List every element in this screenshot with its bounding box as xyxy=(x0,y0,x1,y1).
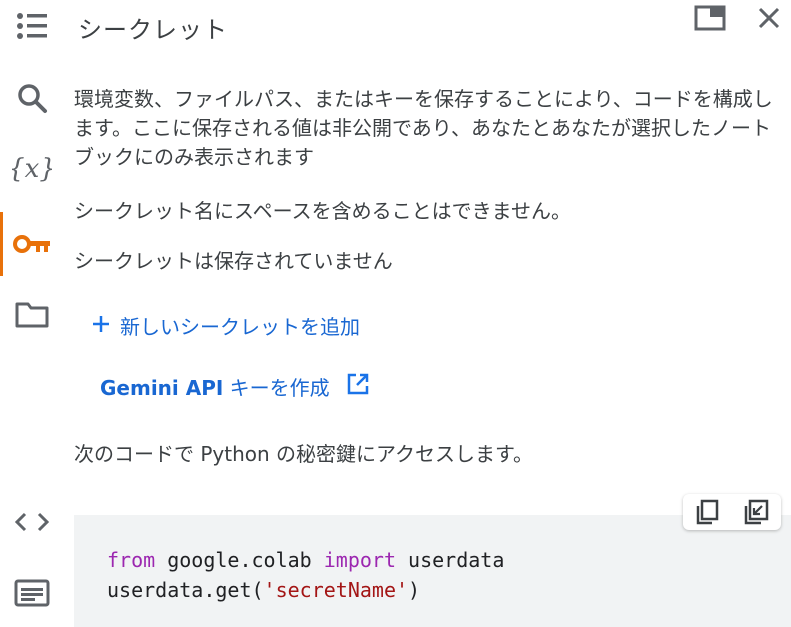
code-import-name: userdata xyxy=(396,548,505,572)
code-call-prefix: userdata.get( xyxy=(107,578,264,602)
gemini-key-label-bold: Gemini API xyxy=(100,376,224,400)
svg-text:{x}: {x} xyxy=(12,154,52,184)
access-code-note: 次のコードで Python の秘密鍵にアクセスします。 xyxy=(74,442,534,466)
code-string-literal: 'secretName' xyxy=(263,578,409,602)
insert-code-button[interactable] xyxy=(743,499,769,525)
add-secret-button[interactable]: 新しいシークレットを追加 xyxy=(92,311,360,340)
add-secret-label: 新しいシークレットを追加 xyxy=(120,315,360,339)
key-icon xyxy=(13,233,51,255)
terminal-button[interactable] xyxy=(0,569,64,617)
name-restriction-note: シークレット名にスペースを含めることはできません。 xyxy=(74,199,571,223)
open-in-tab-icon xyxy=(694,5,726,35)
secrets-description: 環境変数、ファイルパス、またはキーを保存することにより、コードを構成します。ここ… xyxy=(74,87,773,169)
code-snippets-icon xyxy=(15,511,49,533)
copy-code-button[interactable] xyxy=(695,499,719,525)
toc-icon xyxy=(16,12,48,40)
secrets-button[interactable] xyxy=(0,212,64,276)
terminal-icon xyxy=(14,579,50,607)
table-of-contents-button[interactable] xyxy=(0,2,64,50)
left-rail: {x} xyxy=(0,0,64,627)
external-link-icon xyxy=(346,372,370,401)
code-module: google.colab xyxy=(155,548,324,572)
gemini-key-label-rest: キーを作成 xyxy=(223,376,330,400)
copy-icon xyxy=(695,499,719,525)
insert-cell-icon xyxy=(743,499,769,525)
search-button[interactable] xyxy=(0,74,64,122)
code-keyword-import: import xyxy=(323,548,396,572)
create-gemini-key-link[interactable]: Gemini API キーを作成 xyxy=(100,372,370,401)
search-icon xyxy=(16,82,48,114)
code-actions-toolbar xyxy=(683,494,781,530)
folder-icon xyxy=(15,300,49,328)
plus-icon xyxy=(92,314,110,338)
variables-button[interactable]: {x} xyxy=(0,145,64,193)
code-keyword-from: from xyxy=(107,548,156,572)
panel-title: シークレット xyxy=(78,16,228,44)
variables-icon: {x} xyxy=(12,151,52,187)
code-snippet[interactable]: from google.colab import userdata userda… xyxy=(74,515,791,627)
close-icon xyxy=(757,6,781,34)
gemini-key-label: Gemini API キーを作成 xyxy=(100,372,330,401)
empty-secrets-note: シークレットは保存されていません xyxy=(74,249,393,273)
open-in-tab-button[interactable] xyxy=(694,5,726,35)
files-button[interactable] xyxy=(0,290,64,338)
code-snippets-button[interactable] xyxy=(0,498,64,546)
close-button[interactable] xyxy=(753,6,785,34)
code-call-suffix: ) xyxy=(408,578,421,602)
